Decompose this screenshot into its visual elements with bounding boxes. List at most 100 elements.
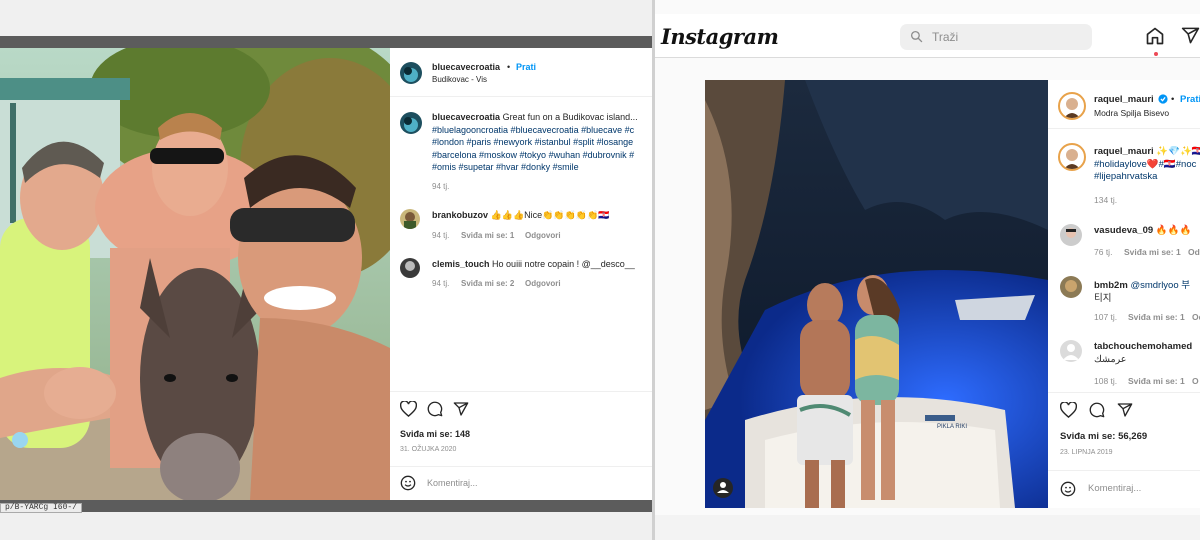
avatar[interactable] <box>1058 143 1086 171</box>
url-tooltip: p/B-YARCg I60-/ <box>0 503 83 513</box>
avatar[interactable] <box>400 209 420 229</box>
left-post-panel: bluecavecroatia • Prati Budikovac - Vis … <box>390 48 652 500</box>
post-caption: raquel_mauri ✨💎✨🇭🇷 #holidaylove❤️#🇭🇷#noc… <box>1094 146 1200 184</box>
reply-button[interactable]: Odgovori <box>525 279 561 288</box>
caption-time[interactable]: 94 tj. <box>432 182 449 191</box>
caption-hashtags[interactable]: #holidaylove❤️#🇭🇷#noc <box>1094 159 1200 172</box>
dot-separator: • <box>507 62 511 72</box>
comment-likes[interactable]: Sviđa mi se: 1 <box>1128 376 1185 386</box>
instagram-header: Instagram Traži <box>655 14 1200 58</box>
post-location[interactable]: Budikovac - Vis <box>432 75 487 84</box>
comment-time[interactable]: 107 tj. <box>1094 312 1117 322</box>
likes-count[interactable]: Sviđa mi se: 148 <box>400 429 470 439</box>
caption-hashtags[interactable]: #bluelagooncroatia #bluecavecroatia #blu… <box>432 124 652 137</box>
caption-time[interactable]: 134 tj. <box>1094 195 1117 205</box>
caption-username[interactable]: bluecavecroatia <box>432 112 500 122</box>
avatar-image <box>1064 98 1080 118</box>
comment-input[interactable]: Komentiraj... <box>427 478 478 488</box>
avatar[interactable] <box>1060 276 1082 298</box>
comment-username[interactable]: clemis_touch <box>432 259 490 269</box>
comment-time[interactable]: 94 tj. <box>432 279 449 288</box>
post-username[interactable]: bluecavecroatia <box>432 62 500 72</box>
reply-button[interactable]: Od <box>1188 247 1200 257</box>
follow-button[interactable]: Prati <box>1180 94 1200 105</box>
dot-separator: • <box>1171 94 1175 105</box>
comment-text[interactable]: @smdrlyoo 부 <box>1130 280 1190 291</box>
comment-text: 👍👍👍Nice👏👏👏👏👏🇭🇷 <box>490 210 610 220</box>
search-placeholder: Traži <box>932 30 959 44</box>
comment-likes[interactable]: Sviđa mi se: 1 <box>461 231 514 240</box>
comment-2: clemis_touch Ho ouiii notre copain ! @__… <box>432 259 635 269</box>
divider <box>1048 128 1200 129</box>
divider <box>390 391 652 392</box>
direct-icon[interactable] <box>1181 26 1200 45</box>
comment-time[interactable]: 108 tj. <box>1094 376 1117 386</box>
selfie-donkey-image <box>0 48 390 500</box>
caption-hashtags[interactable]: #london #paris #newyork #istanbul #split… <box>432 136 652 149</box>
avatar-image <box>1065 280 1077 292</box>
avatar[interactable] <box>400 258 420 278</box>
heart-icon[interactable] <box>400 401 417 417</box>
likes-count[interactable]: Sviđa mi se: 56,269 <box>1060 431 1147 442</box>
right-post-photo[interactable]: PIKLA RIKI <box>705 80 1048 508</box>
avatar[interactable] <box>1060 340 1082 362</box>
home-icon[interactable] <box>1145 26 1165 46</box>
comment-input[interactable]: Komentiraj... <box>1088 483 1141 494</box>
left-bottom-bar <box>0 500 655 512</box>
caption-username[interactable]: raquel_mauri <box>1094 146 1154 157</box>
boat-text: PIKLA RIKI <box>937 424 967 430</box>
comment-time[interactable]: 94 tj. <box>432 231 449 240</box>
caption-hashtags[interactable]: #omis #supetar #hvar #donky #smile <box>432 161 652 174</box>
post-location[interactable]: Modra Spilja Bisevo <box>1094 108 1169 118</box>
caption-hashtags[interactable]: #lijepahrvatska <box>1094 171 1200 184</box>
emoji-icon[interactable] <box>400 475 416 491</box>
comment-username[interactable]: tabchouchemohamed <box>1094 341 1192 352</box>
right-post-panel: raquel_mauri • Prati Modra Spilja Bisevo… <box>1048 80 1200 508</box>
comment-username[interactable]: vasudeva_09 <box>1094 225 1153 236</box>
comment-time[interactable]: 76 tj. <box>1094 247 1112 257</box>
comment-text: Ho ouiii notre copain ! @__desco__ <box>492 259 635 269</box>
post-username[interactable]: raquel_mauri <box>1094 94 1154 105</box>
reply-button[interactable]: Odgovori <box>525 231 561 240</box>
home-active-dot <box>1154 52 1158 56</box>
caption-text: ✨💎✨🇭🇷 <box>1156 146 1200 157</box>
share-icon[interactable] <box>453 401 469 417</box>
search-input[interactable]: Traži <box>900 24 1092 50</box>
follow-button[interactable]: Prati <box>516 62 536 72</box>
search-icon <box>910 30 923 43</box>
post-date[interactable]: 31. OŽUJKA 2020 <box>400 446 456 453</box>
reply-button[interactable]: Od <box>1192 312 1200 322</box>
avatar[interactable] <box>1058 92 1086 120</box>
default-avatar-icon <box>1063 344 1079 360</box>
comment-likes[interactable]: Sviđa mi se: 2 <box>461 279 514 288</box>
avatar-image <box>404 212 416 229</box>
avatar-image <box>404 67 418 82</box>
divider <box>1048 392 1200 393</box>
emoji-icon[interactable] <box>1060 481 1076 497</box>
caption-hashtags[interactable]: #barcelona #moskow #tokyo #wuhan #dubrov… <box>432 149 652 162</box>
comment-icon[interactable] <box>1089 402 1105 418</box>
avatar-image <box>404 117 418 132</box>
instagram-logo[interactable]: Instagram <box>661 24 779 49</box>
heart-icon[interactable] <box>1060 402 1077 418</box>
divider <box>1048 470 1200 471</box>
comment-likes[interactable]: Sviđa mi se: 1 <box>1128 312 1185 322</box>
divider <box>390 96 652 97</box>
avatar[interactable] <box>1060 224 1082 246</box>
left-post-photo[interactable] <box>0 48 390 500</box>
post-caption: bluecavecroatia Great fun on a Budikovac… <box>432 111 652 174</box>
comment-2: bmb2m @smdrlyoo 부 <box>1094 277 1190 291</box>
avatar-image <box>405 261 415 271</box>
verified-icon <box>1158 94 1168 104</box>
avatar[interactable] <box>400 62 422 84</box>
reply-button[interactable]: O <box>1192 376 1199 386</box>
post-date[interactable]: 23. LIPNJA 2019 <box>1060 449 1113 456</box>
divider <box>390 466 652 467</box>
avatar-image <box>1064 149 1080 169</box>
share-icon[interactable] <box>1117 402 1133 418</box>
comment-likes[interactable]: Sviđa mi se: 1 <box>1124 247 1181 257</box>
comment-1: brankobuzov 👍👍👍Nice👏👏👏👏👏🇭🇷 <box>432 210 609 221</box>
avatar[interactable] <box>400 112 422 134</box>
comment-icon[interactable] <box>427 401 443 417</box>
comment-username[interactable]: brankobuzov <box>432 210 488 220</box>
